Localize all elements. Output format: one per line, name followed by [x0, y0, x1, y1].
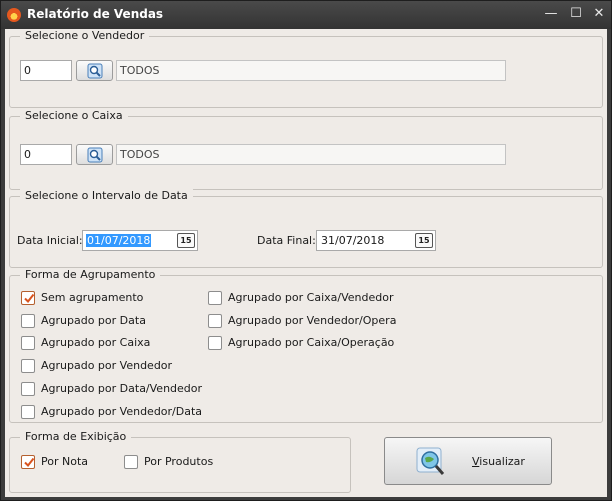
option-agrupado-caixa[interactable]: Agrupado por Caixa	[21, 336, 201, 352]
data-inicial-value: 01/07/2018	[86, 234, 152, 247]
agrupamento-group: Forma de Agrupamento Sem agrupamento Agr…	[9, 268, 603, 423]
vendedor-legend: Selecione o Vendedor	[20, 29, 150, 42]
intervalo-legend: Selecione o Intervalo de Data	[20, 189, 193, 202]
form-body: Selecione o Vendedor 0 TODOS Selecione o…	[5, 29, 607, 497]
vendedor-lookup-button[interactable]	[76, 60, 113, 81]
title-bar[interactable]: Relatório de Vendas — ☐ ✕	[1, 1, 611, 29]
visualizar-button[interactable]: Visualizar	[384, 437, 552, 485]
exibicao-legend: Forma de Exibição	[20, 430, 132, 443]
checkbox[interactable]	[208, 314, 222, 328]
caixa-name-field: TODOS	[116, 144, 506, 165]
minimize-button[interactable]: —	[542, 6, 560, 22]
vendedor-name-field: TODOS	[116, 60, 506, 81]
checkbox-label: Agrupado por Data	[41, 314, 146, 327]
checkbox[interactable]	[124, 455, 138, 469]
window-title: Relatório de Vendas	[27, 7, 164, 21]
caixa-legend: Selecione o Caixa	[20, 109, 128, 122]
caixa-lookup-button[interactable]	[76, 144, 113, 165]
intervalo-group: Selecione o Intervalo de Data Data Inici…	[9, 189, 603, 268]
checkbox[interactable]	[21, 314, 35, 328]
option-por-nota[interactable]: Por Nota	[21, 455, 111, 471]
option-agrupado-vendedor[interactable]: Agrupado por Vendedor	[21, 359, 201, 375]
magnifier-icon	[87, 63, 103, 79]
checkbox-label: Por Produtos	[144, 455, 214, 468]
data-final-label: Data Final:	[257, 234, 316, 247]
vendedor-group: Selecione o Vendedor 0 TODOS	[9, 29, 603, 108]
globe-magnifier-icon	[416, 447, 445, 475]
checkbox-label: Sem agrupamento	[41, 291, 144, 304]
caixa-group: Selecione o Caixa 0 TODOS	[9, 109, 603, 190]
checkbox-label: Agrupado por Caixa	[41, 336, 151, 349]
option-agrupado-caixa-operacao[interactable]: Agrupado por Caixa/Operação	[208, 336, 398, 352]
checkbox-label: Agrupado por Data/Vendedor	[41, 382, 203, 395]
report-window: Relatório de Vendas — ☐ ✕ Selecione o Ve…	[0, 0, 612, 501]
magnifier-icon	[87, 147, 103, 163]
checkbox[interactable]	[21, 455, 35, 469]
visualizar-label: Visualizar	[472, 455, 525, 468]
caixa-code-input[interactable]: 0	[20, 144, 72, 165]
checkbox[interactable]	[208, 291, 222, 305]
exibicao-group: Forma de Exibição Por Nota Por Produtos	[9, 430, 351, 493]
data-final-input[interactable]: 31/07/2018 15	[316, 230, 436, 251]
checkbox[interactable]	[21, 291, 35, 305]
option-agrupado-vendedor-opera[interactable]: Agrupado por Vendedor/Opera	[208, 314, 398, 330]
vendedor-code-input[interactable]: 0	[20, 60, 72, 81]
data-inicial-label: Data Inicial:	[17, 234, 83, 247]
checkbox[interactable]	[21, 336, 35, 350]
option-agrupado-data[interactable]: Agrupado por Data	[21, 314, 201, 330]
calendar-icon[interactable]: 15	[415, 233, 433, 248]
option-agrupado-data-vendedor[interactable]: Agrupado por Data/Vendedor	[21, 382, 203, 398]
data-final-value: 31/07/2018	[321, 234, 385, 247]
checkbox-label: Agrupado por Caixa/Operação	[228, 336, 395, 349]
checkbox-label: Agrupado por Vendedor	[41, 359, 173, 372]
option-agrupado-caixa-vendedor[interactable]: Agrupado por Caixa/Vendedor	[208, 291, 398, 307]
option-por-produtos[interactable]: Por Produtos	[124, 455, 234, 471]
checkbox[interactable]	[208, 336, 222, 350]
checkbox-label: Agrupado por Vendedor/Data	[41, 405, 203, 418]
checkbox-label: Agrupado por Vendedor/Opera	[228, 314, 397, 327]
checkbox[interactable]	[21, 382, 35, 396]
check-icon	[24, 457, 35, 468]
option-sem-agrupamento[interactable]: Sem agrupamento	[21, 291, 201, 307]
checkbox-label: Agrupado por Caixa/Vendedor	[228, 291, 394, 304]
visualizar-text: isualizar	[479, 455, 525, 468]
close-button[interactable]: ✕	[590, 6, 608, 22]
data-inicial-input[interactable]: 01/07/2018 15	[82, 230, 198, 251]
agrupamento-legend: Forma de Agrupamento	[20, 268, 161, 281]
option-agrupado-vendedor-data[interactable]: Agrupado por Vendedor/Data	[21, 405, 203, 421]
maximize-button[interactable]: ☐	[567, 6, 585, 22]
checkbox-label: Por Nota	[41, 455, 89, 468]
checkbox[interactable]	[21, 405, 35, 419]
flame-icon	[7, 8, 21, 22]
checkbox[interactable]	[21, 359, 35, 373]
calendar-icon[interactable]: 15	[177, 233, 195, 248]
check-icon	[24, 293, 35, 304]
